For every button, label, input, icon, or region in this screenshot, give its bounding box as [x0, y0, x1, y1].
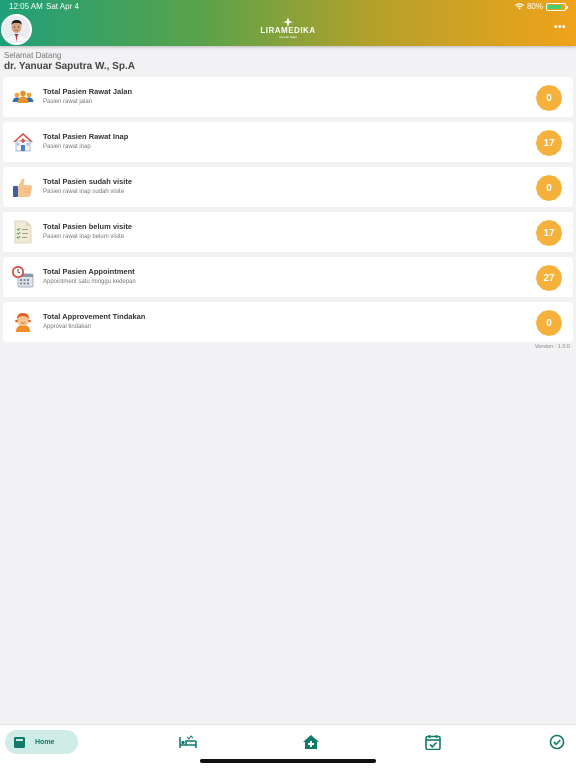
status-indicators: 80% [515, 2, 568, 11]
card-title: Total Pasien sudah visite [43, 177, 133, 186]
calendar-clock-icon [12, 266, 34, 288]
count-badge: 17 [536, 220, 562, 246]
status-time: 12:05 AM [9, 2, 43, 11]
logo-subtitle: Rumah Sakit [279, 35, 297, 39]
card-title: Total Pasien belum visite [43, 222, 133, 231]
hospital-house-icon [13, 133, 33, 152]
status-date: Sat Apr 4 [46, 2, 79, 11]
count-badge: 17 [536, 130, 562, 156]
count-badge: 0 [536, 85, 562, 111]
card-subtitle: Appointment satu minggu kedepan [43, 279, 136, 285]
logo-text: LIRAMEDIKA [260, 26, 316, 35]
battery-percent: 80% [526, 2, 543, 11]
hospital-logo: LIRAMEDIKA Rumah Sakit [258, 17, 318, 41]
checklist-document-icon [14, 220, 32, 244]
card-sudah-visite[interactable]: Total Pasien sudah visite Pasien rawat i… [3, 167, 573, 207]
card-title: Total Pasien Rawat Inap [43, 132, 129, 141]
card-subtitle: Pasien rawat inap belum visite [43, 234, 125, 240]
greeting-label: Selamat Datang [4, 51, 62, 60]
nav-home-tab[interactable]: Home [5, 730, 78, 754]
doctor-avatar-icon [3, 16, 30, 43]
home-indicator [200, 759, 376, 763]
profile-avatar[interactable] [1, 14, 32, 45]
card-subtitle: Pasien rawat inap [43, 144, 91, 150]
people-group-icon [12, 90, 34, 103]
card-appointment[interactable]: Total Pasien Appointment Appointment sat… [3, 257, 573, 297]
nav-home-label: Home [35, 738, 55, 746]
doctor-name: dr. Yanuar Saputra W., Sp.A [4, 61, 135, 72]
summary-card-list: Total Pasien Rawat Jalan Pasien rawat ja… [3, 77, 573, 347]
card-rawat-jalan[interactable]: Total Pasien Rawat Jalan Pasien rawat ja… [3, 77, 573, 117]
card-approvement[interactable]: Total Approvement Tindakan Approval tind… [3, 302, 573, 342]
version-label: Version : 1.0.0 [534, 344, 570, 350]
card-title: Total Pasien Appointment [43, 267, 135, 276]
thumbs-up-icon [13, 178, 33, 197]
check-circle-icon[interactable] [548, 734, 566, 750]
card-title: Total Approvement Tindakan [43, 312, 146, 321]
card-subtitle: Approval tindakan [43, 324, 92, 330]
battery-icon [546, 2, 568, 11]
calendar-check-icon[interactable] [424, 734, 442, 750]
count-badge: 0 [536, 175, 562, 201]
card-subtitle: Pasien rawat jalan [43, 99, 93, 105]
bed-icon[interactable] [179, 734, 197, 750]
card-rawat-inap[interactable]: Total Pasien Rawat Inap Pasien rawat ina… [3, 122, 573, 162]
card-belum-visite[interactable]: Total Pasien belum visite Pasien rawat i… [3, 212, 573, 252]
hospital-home-icon[interactable] [302, 734, 320, 750]
home-tab-icon [14, 737, 25, 748]
count-badge: 27 [536, 265, 562, 291]
card-subtitle: Pasien rawat inap sudah visite [43, 189, 125, 195]
card-title: Total Pasien Rawat Jalan [43, 87, 133, 96]
more-menu-button[interactable]: ••• [554, 22, 566, 33]
person-approval-icon [15, 313, 31, 332]
app-header: 12:05 AM Sat Apr 4 80% LIRAMEDIKA Rumah … [0, 0, 576, 46]
wifi-icon [515, 3, 524, 10]
count-badge: 0 [536, 310, 562, 336]
